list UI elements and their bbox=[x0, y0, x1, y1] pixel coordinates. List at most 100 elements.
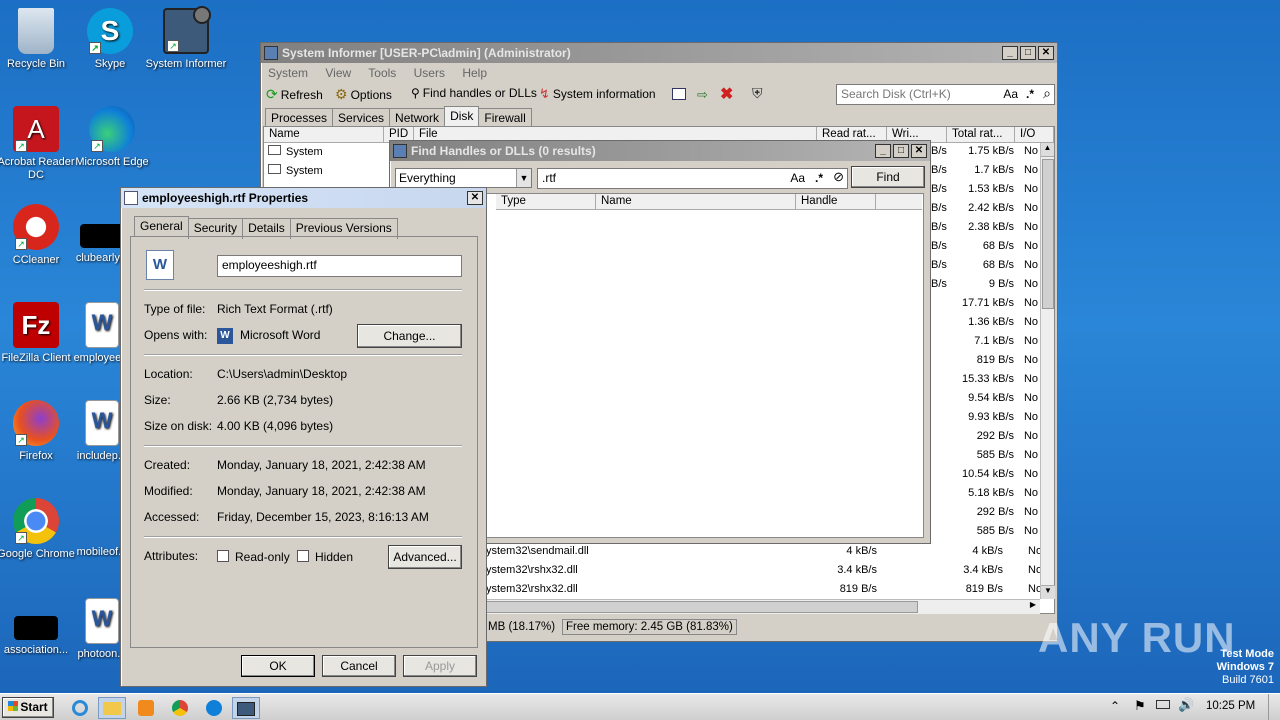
desktop-icon-acrobat[interactable]: A ↗ Acrobat Reader DC bbox=[0, 106, 78, 182]
table-row[interactable]: 292 B/s No bbox=[927, 506, 1040, 525]
table-row[interactable]: 819 B/s No bbox=[927, 354, 1040, 373]
table-row[interactable]: B/s 1.7 kB/s No bbox=[927, 164, 1040, 183]
explorer-taskbar-button[interactable] bbox=[98, 697, 126, 719]
table-row[interactable]: 5.18 kB/s No bbox=[927, 487, 1040, 506]
column-name[interactable]: Name bbox=[596, 194, 796, 209]
tab-general[interactable]: General bbox=[134, 216, 189, 237]
minimize-button[interactable]: _ bbox=[875, 144, 891, 158]
advanced-button[interactable]: Advanced... bbox=[388, 545, 462, 569]
table-row[interactable]: B/s 1.75 kB/s No bbox=[927, 145, 1040, 164]
table-row[interactable]: 7.1 kB/s No bbox=[927, 335, 1040, 354]
regex-toggle[interactable]: .* bbox=[815, 171, 823, 185]
column-handle[interactable]: Handle bbox=[796, 194, 876, 209]
maximize-button[interactable]: □ bbox=[1020, 46, 1036, 60]
desktop-icon-system-informer[interactable]: ↗ System Informer bbox=[144, 6, 228, 71]
edge-taskbar-button[interactable] bbox=[200, 697, 228, 719]
table-row[interactable]: 585 B/s No bbox=[927, 525, 1040, 544]
clock[interactable]: 10:25 PM bbox=[1206, 700, 1255, 712]
shield-icon[interactable]: ⛨ bbox=[752, 85, 763, 102]
scroll-thumb[interactable] bbox=[1042, 159, 1054, 309]
match-case-toggle[interactable]: Aa bbox=[1003, 87, 1018, 101]
table-row[interactable]: B/s 2.38 kB/s No bbox=[927, 221, 1040, 240]
show-desktop-button[interactable] bbox=[1268, 694, 1280, 720]
tab-disk[interactable]: Disk bbox=[444, 106, 480, 127]
go-to-icon[interactable]: ⇨ bbox=[697, 87, 708, 103]
table-row[interactable]: B/s 68 B/s No bbox=[927, 240, 1040, 259]
change-button[interactable]: Change... bbox=[357, 324, 462, 348]
scroll-up-arrow[interactable]: ▲ bbox=[1041, 143, 1054, 157]
vertical-scrollbar[interactable]: ▲ ▼ bbox=[1040, 143, 1055, 599]
scroll-thumb[interactable] bbox=[486, 601, 918, 613]
table-row[interactable]: 9.93 kB/s No bbox=[927, 411, 1040, 430]
battery-icon[interactable] bbox=[1156, 700, 1170, 709]
menu-help[interactable]: Help bbox=[462, 66, 487, 80]
table-row[interactable]: 292 B/s No bbox=[927, 430, 1040, 449]
handle-search-input[interactable]: .rtf Aa .* ⊘ bbox=[537, 168, 848, 189]
options-button[interactable]: ⚙ Options bbox=[335, 86, 392, 103]
internet-explorer-taskbar-button[interactable] bbox=[66, 697, 94, 719]
apply-button[interactable]: Apply bbox=[403, 655, 477, 677]
chrome-taskbar-button[interactable] bbox=[166, 697, 194, 719]
table-row[interactable]: 10.54 kB/s No bbox=[927, 468, 1040, 487]
menu-users[interactable]: Users bbox=[414, 66, 445, 80]
table-row[interactable]: ystem32\rshx32.dll 3.4 kB/s 3.4 kB/s No bbox=[486, 564, 1042, 582]
search-disk-input[interactable]: Search Disk (Ctrl+K) Aa .* ⌕ bbox=[836, 84, 1055, 105]
desktop-icon-recycle-bin[interactable]: Recycle Bin bbox=[0, 8, 78, 71]
table-row[interactable]: ystem32\sendmail.dll 4 kB/s 4 kB/s No bbox=[486, 545, 1042, 563]
search-icon[interactable]: ⌕ bbox=[1043, 85, 1051, 102]
table-row[interactable]: B/s 2.42 kB/s No bbox=[927, 202, 1040, 221]
close-button[interactable]: ✕ bbox=[467, 191, 483, 205]
hidden-label[interactable]: Hidden bbox=[315, 550, 353, 564]
readonly-checkbox[interactable] bbox=[217, 550, 229, 562]
show-hidden-icons-button[interactable]: ⌃ bbox=[1110, 699, 1120, 713]
filename-field[interactable]: employeeshigh.rtf bbox=[217, 255, 462, 277]
table-row[interactable]: B/s 9 B/s No bbox=[927, 278, 1040, 297]
start-button[interactable]: Start bbox=[2, 697, 54, 718]
window-icon[interactable] bbox=[672, 88, 686, 100]
readonly-label[interactable]: Read-only bbox=[235, 550, 290, 564]
chevron-down-icon[interactable]: ▼ bbox=[516, 169, 531, 187]
maximize-button[interactable]: □ bbox=[893, 144, 909, 158]
table-row[interactable]: 17.71 kB/s No bbox=[927, 297, 1040, 316]
clear-search-icon[interactable]: ⊘ bbox=[833, 169, 844, 185]
ok-button[interactable]: OK bbox=[241, 655, 315, 677]
column-type[interactable]: Type bbox=[496, 194, 596, 209]
table-row[interactable]: System bbox=[268, 164, 323, 177]
io-priority-cell: No bbox=[1023, 525, 1038, 537]
scroll-down-arrow[interactable]: ▼ bbox=[1041, 585, 1055, 599]
scroll-right-arrow[interactable]: ▶ bbox=[1026, 600, 1040, 614]
table-row[interactable]: System bbox=[268, 145, 323, 158]
menu-view[interactable]: View bbox=[325, 66, 351, 80]
match-case-toggle[interactable]: Aa bbox=[790, 171, 805, 185]
desktop-icon-edge[interactable]: ↗ Microsoft Edge bbox=[70, 106, 154, 169]
table-row[interactable]: B/s 68 B/s No bbox=[927, 259, 1040, 278]
table-row[interactable]: 9.54 kB/s No bbox=[927, 392, 1040, 411]
flag-icon[interactable]: ⚑ bbox=[1134, 698, 1146, 714]
system-informer-taskbar-button[interactable] bbox=[232, 697, 260, 719]
hidden-checkbox[interactable] bbox=[297, 550, 309, 562]
minimize-button[interactable]: _ bbox=[1002, 46, 1018, 60]
cancel-button[interactable]: Cancel bbox=[322, 655, 396, 677]
table-row[interactable]: 585 B/s No bbox=[927, 449, 1040, 468]
close-button[interactable]: ✕ bbox=[1038, 46, 1054, 60]
find-handles-button[interactable]: ⚲ Find handles or DLLs bbox=[411, 86, 537, 100]
menu-system[interactable]: System bbox=[268, 66, 308, 80]
regex-toggle[interactable]: .* bbox=[1026, 87, 1034, 101]
volume-icon[interactable]: 🔊 bbox=[1178, 697, 1194, 713]
table-row[interactable]: B/s 1.53 kB/s No bbox=[927, 183, 1040, 202]
system-information-button[interactable]: ↯ System information bbox=[539, 86, 656, 102]
handle-type-select[interactable]: Everything ▼ bbox=[395, 168, 532, 188]
column-name[interactable]: Name bbox=[264, 127, 384, 142]
find-button[interactable]: Find bbox=[851, 166, 925, 188]
close-button[interactable]: ✕ bbox=[911, 144, 927, 158]
menu-tools[interactable]: Tools bbox=[368, 66, 396, 80]
horizontal-scrollbar[interactable]: ▶ bbox=[486, 599, 1040, 614]
media-player-taskbar-button[interactable] bbox=[132, 697, 160, 719]
terminate-icon[interactable]: ✖ bbox=[720, 84, 733, 104]
column-io-priority[interactable]: I/O bbox=[1015, 127, 1054, 142]
table-row[interactable]: 1.36 kB/s No bbox=[927, 316, 1040, 335]
desktop-icon-skype[interactable]: S ↗ Skype bbox=[68, 8, 152, 71]
refresh-button[interactable]: ⟳ Refresh bbox=[266, 86, 323, 103]
table-row[interactable]: 15.33 kB/s No bbox=[927, 373, 1040, 392]
column-total-rate[interactable]: Total rat... bbox=[947, 127, 1015, 142]
